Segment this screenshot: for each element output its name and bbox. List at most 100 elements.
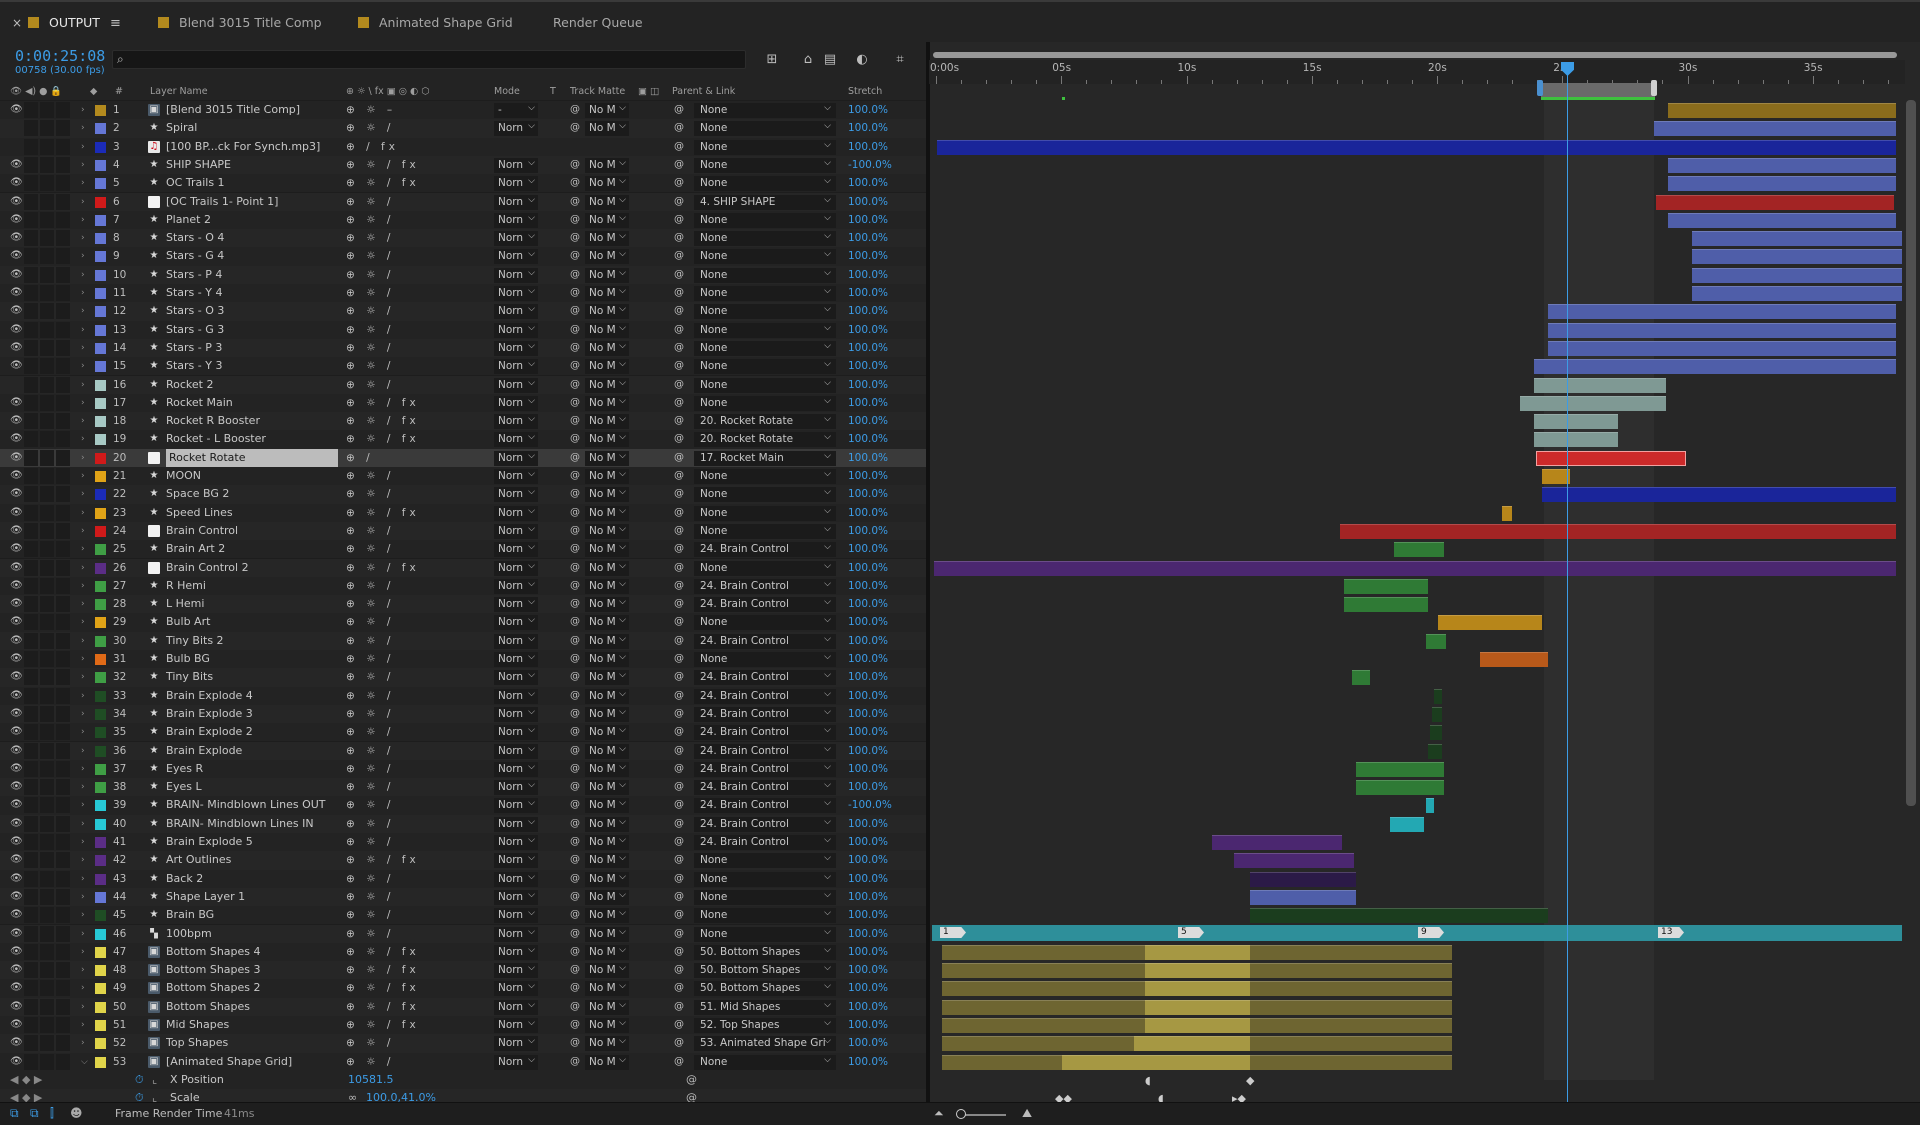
label-color-swatch[interactable] [95, 617, 106, 629]
parent-pick-whip-icon[interactable]: @ [674, 632, 688, 650]
layer-switches[interactable]: ⊕ ☼ / [346, 522, 476, 540]
precomp-active-segment[interactable] [1062, 1054, 1250, 1070]
preserve-transparency-icon[interactable]: @ [570, 302, 584, 320]
blend-mode-select[interactable]: Norn [494, 212, 538, 228]
parent-select[interactable]: 24. Brain Control [694, 578, 836, 594]
track-matte-select[interactable]: No M [585, 853, 629, 869]
parent-pick-whip-icon[interactable]: @ [674, 613, 688, 631]
layer-switches[interactable]: ⊕ / [346, 449, 476, 467]
parent-select[interactable]: 24. Brain Control [694, 688, 836, 704]
visibility-eye-icon[interactable]: 👁 [10, 668, 22, 686]
layer-lock-switches[interactable] [24, 687, 74, 704]
expand-twirl-icon[interactable]: › [81, 668, 85, 686]
parent-pick-whip-icon[interactable]: @ [674, 394, 688, 412]
parent-pick-whip-icon[interactable]: @ [674, 723, 688, 741]
label-color-swatch[interactable] [95, 361, 106, 373]
blend-mode-select[interactable]: Norn [494, 395, 538, 411]
layer-marker[interactable]: 13 [1658, 927, 1684, 938]
tab-render-queue[interactable]: Render Queue [553, 14, 643, 32]
track-matte-select[interactable]: No M [585, 633, 629, 649]
expand-twirl-icon[interactable]: › [81, 522, 85, 540]
parent-pick-whip-icon[interactable]: @ [674, 668, 688, 686]
blend-mode-select[interactable]: Norn [494, 523, 538, 539]
label-color-swatch[interactable] [95, 342, 106, 354]
parent-select[interactable]: 53. Animated Shape Gri [694, 1036, 836, 1052]
parent-pick-whip-icon[interactable]: @ [674, 1016, 688, 1034]
track-matte-select[interactable]: No M [585, 359, 629, 375]
parent-select[interactable]: None [694, 505, 836, 521]
layer-lock-switches[interactable] [24, 906, 74, 924]
track-matte-select[interactable]: No M [585, 652, 629, 667]
layer-lock-switches[interactable] [24, 247, 74, 265]
visibility-eye-icon[interactable]: 👁 [10, 723, 22, 741]
stretch-value[interactable]: 100.0% [848, 1034, 888, 1052]
layer-switches[interactable]: ⊕ ☼ / fx [346, 430, 476, 448]
layer-duration-bar[interactable] [1536, 450, 1686, 466]
parent-select[interactable]: 50. Bottom Shapes [694, 981, 836, 997]
tab-output[interactable]: OUTPUT ≡ [28, 14, 121, 32]
visibility-eye-icon[interactable]: 👁 [10, 174, 22, 192]
layer-switches[interactable]: ⊕ ☼ / [346, 1034, 476, 1052]
parent-select[interactable]: 24. Brain Control [694, 743, 836, 759]
parent-select[interactable]: None [694, 560, 836, 576]
visibility-eye-icon[interactable]: 👁 [10, 266, 22, 284]
label-color-swatch[interactable] [95, 837, 106, 848]
parent-pick-whip-icon[interactable]: @ [674, 321, 688, 339]
preserve-transparency-icon[interactable]: @ [570, 1034, 584, 1052]
layer-row[interactable]: 👁›33★Brain Explode 4⊕ ☼ /Norn@No M@24. B… [0, 686, 928, 705]
label-color-swatch[interactable] [95, 1001, 106, 1013]
layer-duration-bar[interactable] [1656, 194, 1894, 210]
parent-select[interactable]: None [694, 121, 836, 137]
layer-duration-bar[interactable] [1668, 212, 1896, 228]
layer-switches[interactable]: ⊕ ☼ / [346, 906, 476, 924]
layer-row[interactable]: 👁›14★Stars - P 3⊕ ☼ /Norn@No M@None100.0… [0, 338, 928, 358]
visibility-eye-icon[interactable]: 👁 [10, 302, 22, 320]
stretch-value[interactable]: 100.0% [848, 760, 888, 778]
visibility-eye-icon[interactable]: 👁 [10, 870, 22, 888]
layer-row[interactable]: 👁›31★Bulb BG⊕ ☼ /Norn@No M@None100.0% [0, 650, 928, 669]
blend-mode-select[interactable]: Norn [494, 743, 538, 759]
layer-duration-bar[interactable] [1212, 835, 1342, 850]
layer-duration-bar[interactable] [1548, 304, 1896, 320]
precomp-active-segment[interactable] [1145, 999, 1250, 1015]
parent-pick-whip-icon[interactable]: @ [674, 247, 688, 265]
layer-lock-switches[interactable] [24, 595, 74, 613]
layer-lock-switches[interactable] [24, 559, 74, 576]
track-matte-select[interactable]: No M [585, 816, 629, 832]
track-matte-select[interactable]: No M [585, 926, 629, 942]
layer-row[interactable]: 👁›45★Brain BG⊕ ☼ /Norn@No M@None100.0% [0, 906, 928, 925]
blend-mode-select[interactable]: Norn [494, 450, 538, 466]
parent-select[interactable]: None [694, 908, 836, 924]
layer-switches[interactable]: ⊕ ☼ / fx [346, 504, 476, 522]
layer-row[interactable]: 👁›36★Brain Explode⊕ ☼ /Norn@No M@24. Bra… [0, 741, 928, 760]
blend-mode-select[interactable]: Norn [494, 1018, 538, 1033]
label-color-swatch[interactable] [95, 525, 106, 537]
preserve-transparency-icon[interactable]: @ [570, 339, 584, 357]
visibility-eye-icon[interactable]: 👁 [10, 467, 22, 485]
layer-name[interactable]: Brain Explode 2 [166, 723, 338, 741]
visibility-eye-icon[interactable]: 👁 [10, 760, 22, 778]
preserve-transparency-icon[interactable]: @ [570, 1053, 584, 1071]
layer-duration-bar[interactable] [1344, 578, 1428, 594]
layer-switches[interactable]: ⊕ ☼ / [346, 742, 476, 760]
visibility-eye-icon[interactable]: 👁 [10, 577, 22, 595]
track-matte-select[interactable]: No M [585, 286, 629, 301]
preserve-transparency-icon[interactable]: @ [570, 430, 584, 448]
label-color-swatch[interactable] [95, 672, 106, 684]
layer-row[interactable]: 👁›13★Stars - G 3⊕ ☼ /Norn@No M@None100.0… [0, 320, 928, 339]
stretch-value[interactable]: 100.0% [848, 522, 888, 540]
layer-marker[interactable]: 5 [1178, 927, 1204, 938]
column-mode[interactable]: Mode [494, 86, 520, 97]
parent-pick-whip-icon[interactable]: @ [674, 998, 688, 1016]
visibility-eye-icon[interactable]: 👁 [10, 595, 22, 613]
parent-pick-whip-icon[interactable]: @ [674, 870, 688, 888]
parent-select[interactable]: 24. Brain Control [694, 816, 836, 832]
layer-row[interactable]: 👁›18★Rocket R Booster⊕ ☼ / fxNorn@No M@2… [0, 412, 928, 431]
layer-name[interactable]: Eyes L [166, 778, 338, 796]
preserve-transparency-icon[interactable]: @ [570, 211, 584, 229]
layer-name[interactable]: Top Shapes [166, 1034, 338, 1052]
expand-twirl-icon[interactable]: › [81, 760, 85, 778]
visibility-eye-icon[interactable]: 👁 [10, 943, 22, 961]
parent-select[interactable]: None [694, 652, 836, 667]
stretch-value[interactable]: -100.0% [848, 156, 892, 174]
